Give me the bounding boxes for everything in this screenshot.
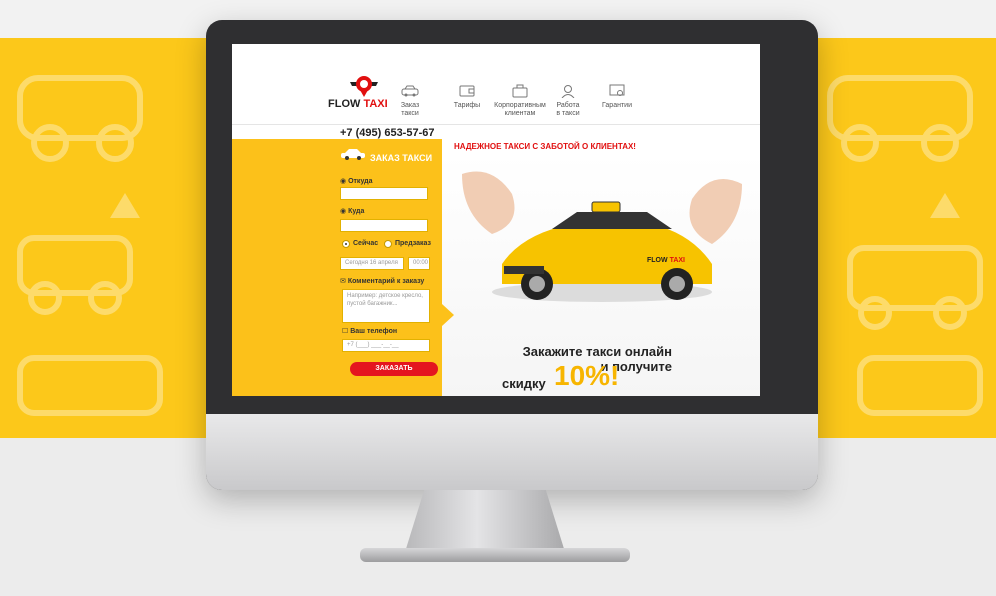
hero-line1: Закажите такси онлайн xyxy=(522,344,672,359)
taxi-car-icon xyxy=(341,149,365,160)
comment-label: ✉ Комментарий к заказу xyxy=(340,278,425,285)
hero-taxi-image: FLOW TAXI xyxy=(462,171,742,302)
logo-suffix: TAXI xyxy=(363,98,388,110)
nav-item-tariffs[interactable]: Тарифы xyxy=(452,84,482,110)
slogan: НАДЕЖНОЕ ТАКСИ С ЗАБОТОЙ О КЛИЕНТАХ! xyxy=(454,142,636,151)
nav-item-guarantees[interactable]: Гарантии xyxy=(602,84,632,110)
nav-label: Гарантии xyxy=(602,102,632,109)
comment-textarea[interactable]: Например: детское кресло, пустой багажни… xyxy=(342,289,430,323)
time-input[interactable]: 00:00 xyxy=(408,257,430,270)
nav-item-order[interactable]: Заказ такси xyxy=(396,84,424,118)
website-screen: FLOW TAXI Заказ такси Тарифы Корпоративн… xyxy=(232,44,760,396)
to-input[interactable] xyxy=(340,219,428,232)
site-header: FLOW TAXI Заказ такси Тарифы Корпоративн… xyxy=(232,44,760,125)
preorder-label: Предзаказ xyxy=(395,240,431,247)
nav-label: Тарифы xyxy=(453,102,481,109)
hero-line3: скидку xyxy=(502,376,546,391)
logo[interactable]: FLOW TAXI xyxy=(328,74,400,114)
car-logo-text: FLOW TAXI xyxy=(647,257,685,264)
preorder-radio[interactable] xyxy=(384,240,392,248)
phone-input[interactable]: +7 (___) ___-__-__ xyxy=(342,339,430,352)
car-icon xyxy=(401,85,419,97)
header-phone[interactable]: +7 (495) 653-57-67 xyxy=(340,127,434,139)
nav-item-corporate[interactable]: Корпоративным клиентам xyxy=(494,84,546,118)
nav-label: Заказ такси xyxy=(400,102,420,117)
to-label: ◉ Куда xyxy=(340,208,365,215)
date-input[interactable]: Сегодня 16 апреля xyxy=(340,257,404,270)
logo-pin-icon xyxy=(350,76,378,97)
form-title: ЗАКАЗ ТАКСИ xyxy=(370,153,433,163)
monitor-stand xyxy=(405,490,565,552)
driver-icon xyxy=(561,85,575,98)
from-label: ◉ Откуда xyxy=(340,178,373,185)
logo-prefix: FLOW xyxy=(328,98,361,110)
nav-label: Корпоративным клиентам xyxy=(494,102,546,117)
hero-banner: FLOW TAXI Закажите такси онлайн и получи… xyxy=(442,154,760,396)
wallet-icon xyxy=(459,85,475,97)
certificate-icon xyxy=(609,84,625,96)
now-label: Сейчас xyxy=(353,240,379,247)
monitor-chin xyxy=(206,414,818,490)
briefcase-icon xyxy=(512,84,528,98)
hero-discount: 10%! xyxy=(554,360,620,391)
phone-label: ☐ Ваш телефон xyxy=(342,328,398,335)
from-input[interactable] xyxy=(340,187,428,200)
nav-label: Работа в такси xyxy=(556,102,580,117)
monitor-foot xyxy=(360,548,630,562)
nav-item-jobs[interactable]: Работа в такси xyxy=(554,84,582,118)
order-button[interactable]: ЗАКАЗАТЬ xyxy=(350,362,438,376)
now-radio[interactable] xyxy=(342,240,350,248)
order-form: ЗАКАЗ ТАКСИ ◉ Откуда ◉ Куда Сейчас Предз… xyxy=(232,139,442,396)
